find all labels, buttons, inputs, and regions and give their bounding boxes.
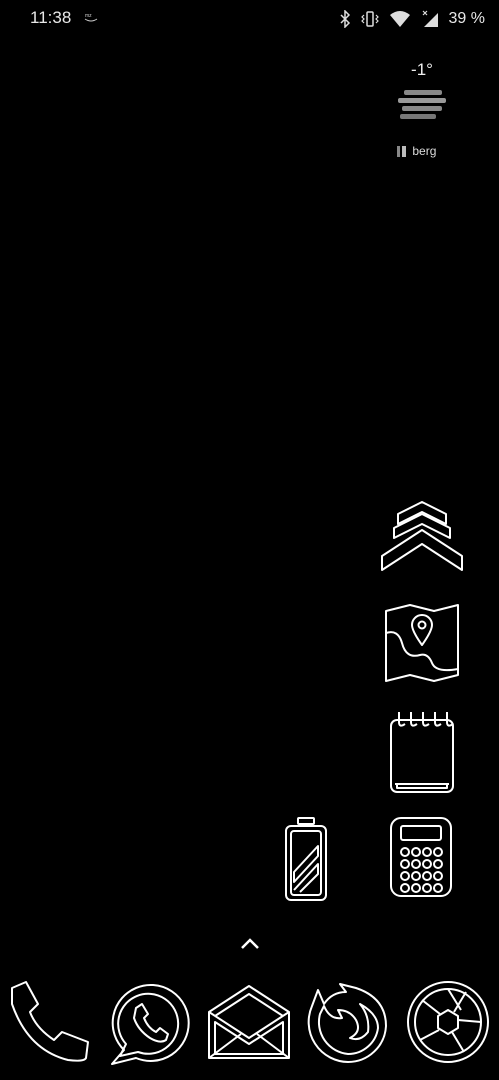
chevrons-app-icon[interactable]: [380, 500, 464, 576]
battery-percent: 39 %: [448, 10, 485, 27]
weather-city-label: berg: [412, 144, 437, 158]
fog-icon: [394, 88, 450, 122]
calculator-app-icon[interactable]: [389, 816, 453, 898]
weather-temperature: -1°: [411, 60, 433, 79]
firefox-icon[interactable]: [306, 980, 390, 1064]
amazon-notification-icon: mz: [84, 11, 98, 23]
wifi-icon: [389, 10, 411, 28]
cell-signal-icon: [421, 10, 439, 28]
phone-icon[interactable]: [8, 980, 92, 1064]
vibrate-icon: [360, 10, 379, 28]
app-drawer-chevron-up-icon[interactable]: [238, 936, 262, 952]
status-bar[interactable]: 11:38 mz 39 %: [0, 0, 499, 38]
status-time: 11:38: [30, 8, 72, 27]
battery-app-icon[interactable]: [282, 816, 330, 902]
notepad-app-icon[interactable]: [387, 708, 457, 796]
camera-shutter-icon[interactable]: [406, 980, 490, 1064]
maps-app-icon[interactable]: [384, 603, 460, 683]
bluetooth-icon: [339, 10, 351, 28]
whatsapp-icon[interactable]: [108, 978, 192, 1066]
weather-city[interactable]: berg: [397, 144, 436, 158]
redacted-block: [397, 146, 409, 158]
weather-widget[interactable]: -1°: [388, 60, 456, 122]
svg-text:mz: mz: [85, 13, 92, 19]
email-icon[interactable]: [207, 982, 291, 1062]
